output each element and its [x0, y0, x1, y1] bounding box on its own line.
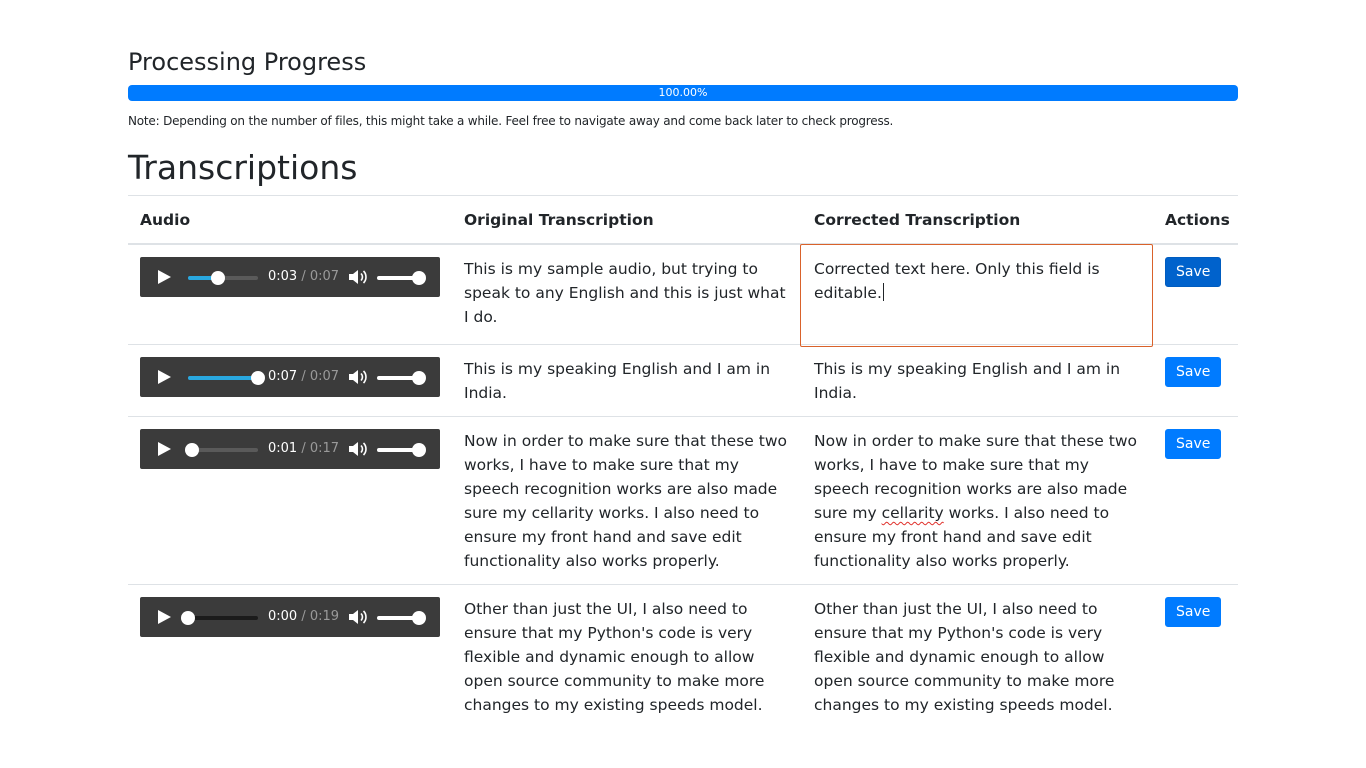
audio-player[interactable]: 0:03 / 0:07	[140, 257, 440, 297]
time-separator: /	[301, 609, 306, 624]
column-header-actions: Actions	[1153, 195, 1238, 245]
original-transcription: Other than just the UI, I also need to e…	[452, 584, 802, 728]
volume-icon[interactable]	[348, 369, 368, 385]
play-icon[interactable]	[158, 442, 171, 456]
table-row: 0:07 / 0:07 This is my speaking English …	[128, 344, 1238, 417]
audio-player[interactable]: 0:00 / 0:19	[140, 597, 440, 637]
volume-icon[interactable]	[348, 441, 368, 457]
volume-icon[interactable]	[348, 609, 368, 625]
volume-thumb[interactable]	[412, 443, 426, 457]
current-time: 0:07	[268, 369, 298, 384]
column-header-corrected: Corrected Transcription	[802, 195, 1153, 245]
progress-title: Processing Progress	[128, 48, 367, 76]
save-button[interactable]: Save	[1165, 257, 1222, 287]
time-separator: /	[301, 441, 306, 456]
seek-slider[interactable]	[188, 271, 258, 285]
column-header-audio: Audio	[128, 195, 452, 245]
total-time: 0:17	[309, 441, 340, 456]
actions-cell: Save	[1153, 584, 1238, 728]
transcriptions-table: Audio Original Transcription Corrected T…	[128, 195, 1238, 728]
time-separator: /	[301, 369, 306, 384]
original-transcription: This is my speaking English and I am in …	[452, 344, 802, 417]
volume-slider[interactable]	[377, 371, 426, 385]
current-time: 0:03	[268, 269, 298, 284]
volume-thumb[interactable]	[412, 611, 426, 625]
save-button[interactable]: Save	[1165, 357, 1222, 387]
actions-cell: Save	[1153, 416, 1238, 585]
seek-progress	[188, 376, 258, 380]
audio-cell: 0:01 / 0:17	[128, 416, 452, 585]
progress-note: Note: Depending on the number of files, …	[128, 114, 894, 128]
seek-thumb[interactable]	[181, 611, 195, 625]
misspelled-word: cellarity	[881, 504, 944, 522]
corrected-cell: Corrected text here. Only this field is …	[800, 243, 1153, 347]
actions-cell: Save	[1153, 243, 1238, 345]
corrected-transcription: Now in order to make sure that these two…	[802, 416, 1153, 585]
transcriptions-title: Transcriptions	[128, 148, 358, 187]
seek-slider[interactable]	[181, 611, 258, 625]
current-time: 0:00	[268, 609, 298, 624]
play-icon[interactable]	[158, 610, 171, 624]
volume-slider[interactable]	[377, 611, 426, 625]
play-icon[interactable]	[158, 270, 171, 284]
seek-thumb[interactable]	[251, 371, 265, 385]
table-header-row: Audio Original Transcription Corrected T…	[128, 195, 1238, 245]
column-header-original: Original Transcription	[452, 195, 802, 245]
original-transcription: This is my sample audio, but trying to s…	[452, 243, 802, 345]
seek-thumb[interactable]	[211, 271, 226, 285]
play-icon[interactable]	[158, 370, 171, 384]
volume-slider[interactable]	[377, 271, 426, 285]
corrected-text: Corrected text here. Only this field is …	[814, 260, 1100, 302]
audio-cell: 0:03 / 0:07	[128, 243, 452, 345]
table-row: 0:01 / 0:17 Now in order to make sure th…	[128, 416, 1238, 585]
original-transcription: Now in order to make sure that these two…	[452, 416, 802, 585]
time-display: 0:01 / 0:17	[268, 441, 339, 457]
save-button[interactable]: Save	[1165, 429, 1222, 459]
audio-cell: 0:07 / 0:07	[128, 344, 452, 417]
time-display: 0:00 / 0:19	[268, 609, 339, 625]
volume-thumb[interactable]	[412, 371, 426, 385]
seek-thumb[interactable]	[185, 443, 200, 457]
current-time: 0:01	[268, 441, 298, 456]
progress-bar-fill: 100.00%	[128, 85, 1238, 101]
time-separator: /	[301, 269, 306, 284]
audio-player[interactable]: 0:07 / 0:07	[140, 357, 440, 397]
total-time: 0:07	[309, 269, 340, 284]
volume-icon[interactable]	[348, 269, 368, 285]
actions-cell: Save	[1153, 344, 1238, 417]
time-display: 0:07 / 0:07	[268, 369, 339, 385]
table-row: 0:00 / 0:19 Other than just the UI, I al…	[128, 584, 1238, 728]
save-button[interactable]: Save	[1165, 597, 1222, 627]
audio-player[interactable]: 0:01 / 0:17	[140, 429, 440, 469]
time-display: 0:03 / 0:07	[268, 269, 339, 285]
text-caret	[882, 283, 884, 301]
table-row: 0:03 / 0:07 This is my sample audio, but…	[128, 243, 1238, 347]
corrected-transcription: This is my speaking English and I am in …	[802, 344, 1153, 417]
corrected-transcription-editable[interactable]: Corrected text here. Only this field is …	[800, 244, 1153, 347]
audio-cell: 0:00 / 0:19	[128, 584, 452, 728]
total-time: 0:19	[309, 609, 340, 624]
volume-slider[interactable]	[377, 443, 426, 457]
seek-slider[interactable]	[185, 443, 258, 457]
total-time: 0:07	[309, 369, 340, 384]
seek-slider[interactable]	[188, 371, 265, 385]
volume-thumb[interactable]	[412, 271, 426, 285]
progress-bar-track: 100.00%	[128, 85, 1238, 101]
corrected-transcription: Other than just the UI, I also need to e…	[802, 584, 1153, 728]
